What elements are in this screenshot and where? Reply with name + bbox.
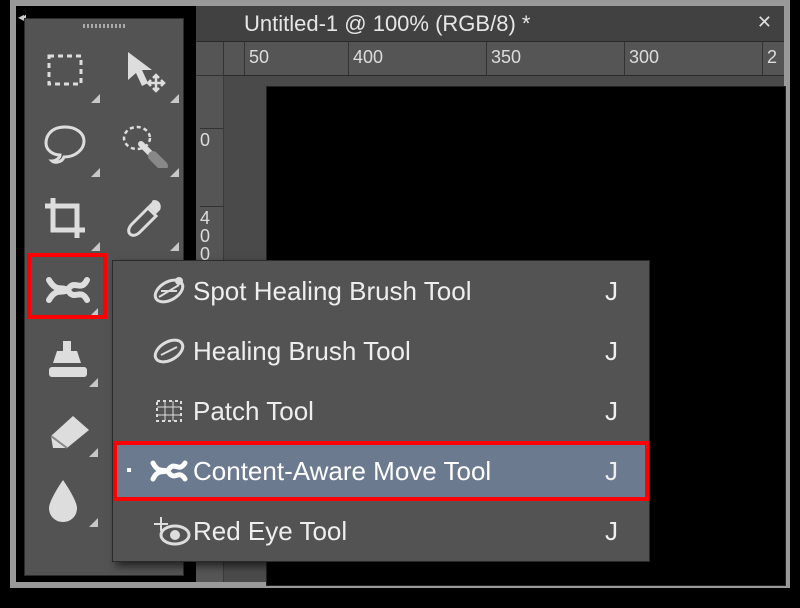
quick-selection-icon [119, 120, 169, 168]
flyout-item-shortcut: J [605, 276, 649, 307]
panel-grip-icon[interactable] [25, 19, 183, 33]
flyout-item-label: Healing Brush Tool [193, 336, 605, 367]
lasso-icon [40, 121, 90, 167]
flyout-item-label: Patch Tool [193, 396, 605, 427]
quick-selection-tool[interactable] [104, 107, 183, 181]
ruler-tick: 350 [486, 42, 521, 75]
panel-collapse-icon[interactable]: ◂◂ [18, 10, 22, 24]
flyout-active-marker: ▪ [113, 462, 145, 480]
ruler-tick: 400 [200, 206, 224, 263]
flyout-item-content-aware-move[interactable]: ▪ Content-Aware Move Tool J [113, 441, 649, 501]
ruler-tick: 400 [348, 42, 383, 75]
healing-brush-icon [145, 331, 193, 371]
ruler-tick: 50 [244, 42, 269, 75]
ruler-corner [196, 42, 224, 76]
ruler-tick: 0 [200, 128, 224, 149]
content-aware-move-icon [145, 453, 193, 489]
eraser-icon [43, 410, 95, 450]
eyedropper-tool[interactable] [104, 181, 183, 255]
tool-flyout-menu: Spot Healing Brush Tool J Healing Brush … [112, 260, 650, 562]
red-eye-icon [145, 513, 193, 549]
spot-healing-brush-icon [145, 271, 193, 311]
flyout-item-label: Content-Aware Move Tool [193, 456, 605, 487]
flyout-item-red-eye[interactable]: Red Eye Tool J [113, 501, 649, 561]
flyout-item-label: Spot Healing Brush Tool [193, 276, 605, 307]
crop-icon [41, 194, 89, 242]
document-title: Untitled-1 @ 100% (RGB/8) * [244, 11, 530, 37]
marquee-tool[interactable] [25, 33, 104, 107]
marquee-icon [43, 48, 87, 92]
blur-icon [43, 476, 83, 524]
move-icon [120, 46, 168, 94]
flyout-item-shortcut: J [605, 456, 649, 487]
flyout-item-healing-brush[interactable]: Healing Brush Tool J [113, 321, 649, 381]
ruler-tick: 300 [624, 42, 659, 75]
clone-stamp-icon [43, 337, 93, 383]
content-aware-move-icon [43, 268, 93, 312]
document-tab[interactable]: Untitled-1 @ 100% (RGB/8) * ✕ [196, 6, 784, 42]
horizontal-ruler: 50 400 350 300 2 [224, 42, 784, 76]
close-tab-icon[interactable]: ✕ [757, 12, 772, 33]
move-tool[interactable] [104, 33, 183, 107]
flyout-item-patch[interactable]: Patch Tool J [113, 381, 649, 441]
lasso-tool[interactable] [25, 107, 104, 181]
flyout-item-label: Red Eye Tool [193, 516, 605, 547]
patch-icon [145, 391, 193, 431]
eyedropper-icon [120, 194, 168, 242]
flyout-item-spot-healing[interactable]: Spot Healing Brush Tool J [113, 261, 649, 321]
flyout-item-shortcut: J [605, 336, 649, 367]
ruler-tick: 2 [762, 42, 777, 75]
flyout-item-shortcut: J [605, 516, 649, 547]
crop-tool[interactable] [25, 181, 104, 255]
flyout-item-shortcut: J [605, 396, 649, 427]
